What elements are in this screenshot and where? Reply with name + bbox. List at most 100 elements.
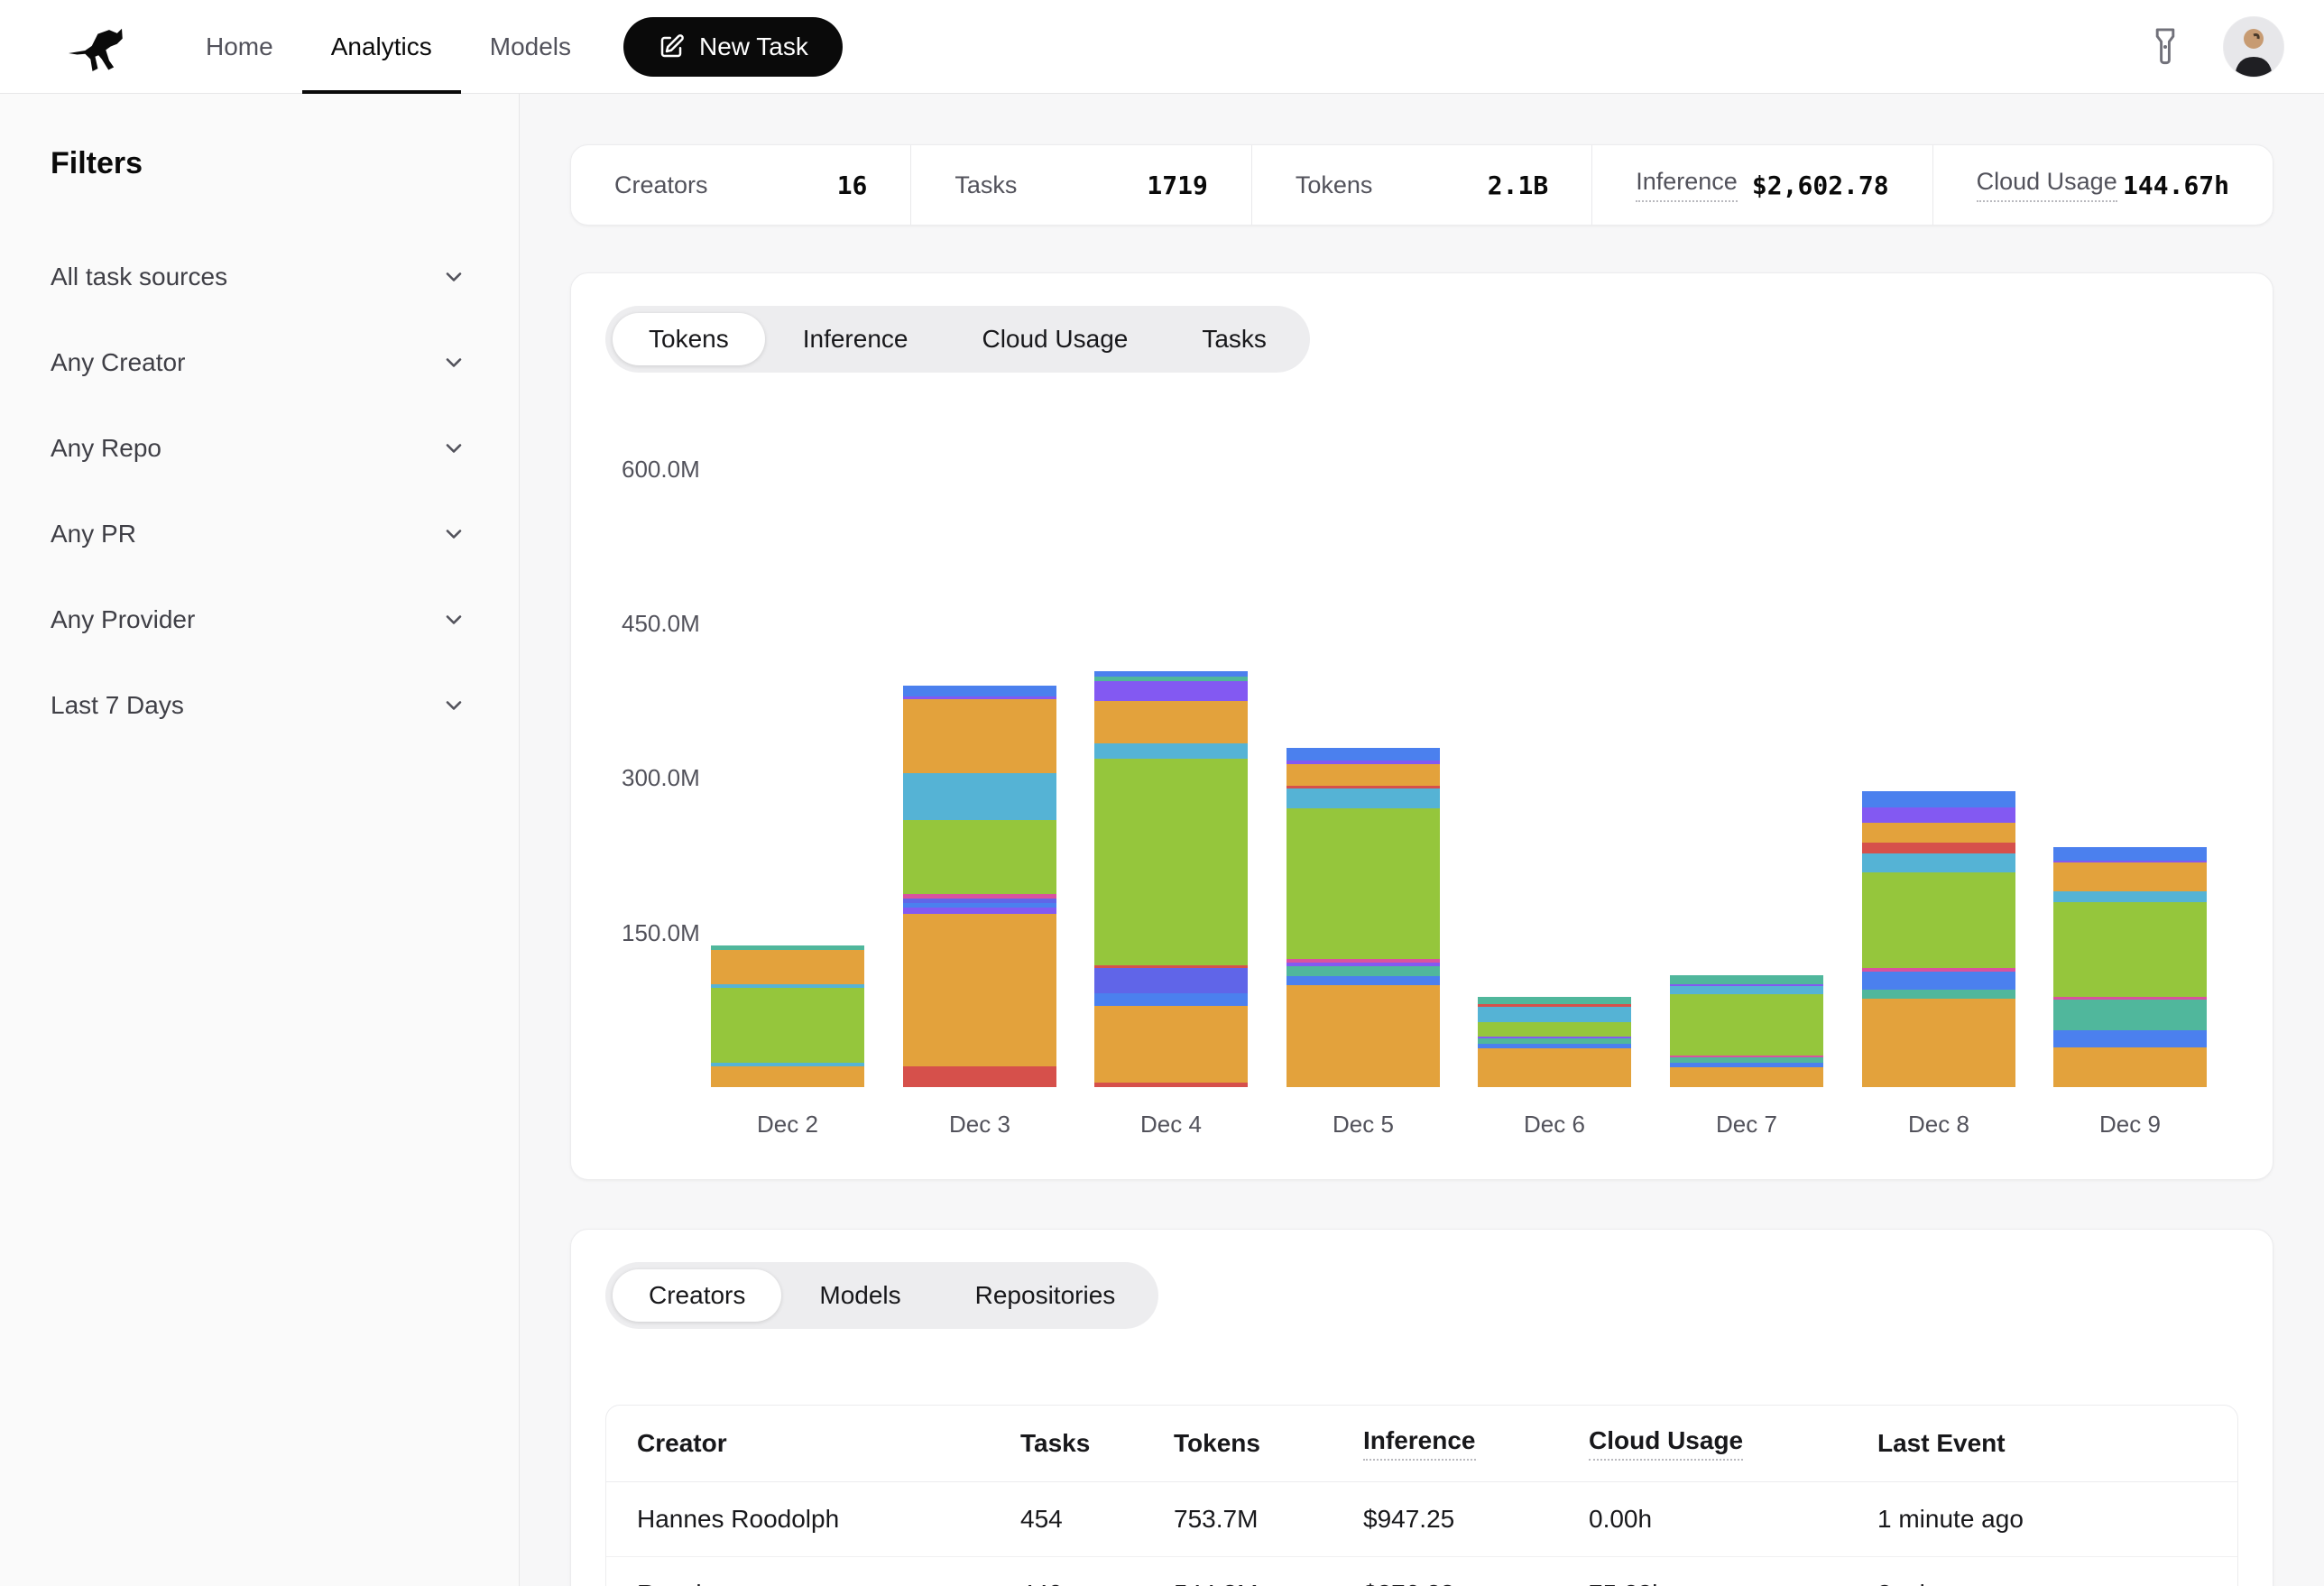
bar-segment-red xyxy=(903,1066,1056,1087)
nav-link-models[interactable]: Models xyxy=(461,0,600,94)
bar-segment-orange xyxy=(1862,823,2015,843)
y-axis-tick: 150.0M xyxy=(622,919,748,946)
table-cell: $947.25 xyxy=(1363,1505,1589,1534)
bar-segment-purple xyxy=(1094,681,1248,701)
tab-models[interactable]: Models xyxy=(783,1269,936,1322)
nav-link-analytics[interactable]: Analytics xyxy=(302,0,461,94)
column-header-tasks: Tasks xyxy=(1020,1429,1174,1458)
bar-segment-purple xyxy=(1862,807,2015,823)
bar-dec-3[interactable] xyxy=(903,686,1056,1087)
bar-segment-red xyxy=(1094,1083,1248,1087)
bar-segment-orange xyxy=(1286,985,1440,1087)
tab-tasks[interactable]: Tasks xyxy=(1166,313,1303,365)
column-header-label: Creator xyxy=(637,1429,727,1458)
filter-dropdown-all-task-sources[interactable]: All task sources xyxy=(51,234,466,319)
tab-tokens[interactable]: Tokens xyxy=(613,313,765,365)
tab-creators[interactable]: Creators xyxy=(613,1269,781,1322)
bar-segment-orange xyxy=(2053,862,2207,891)
bar-segment-indigo xyxy=(1094,968,1248,994)
stat-label[interactable]: Inference xyxy=(1636,168,1738,202)
bar-segment-orange xyxy=(903,699,1056,773)
filter-label: All task sources xyxy=(51,263,227,291)
bar-segment-green xyxy=(1670,994,1823,1055)
bar-segment-orange xyxy=(903,914,1056,1066)
bar-segment-green xyxy=(1862,872,2015,968)
chevron-down-icon xyxy=(441,521,466,547)
x-axis-label: Dec 8 xyxy=(1862,1109,2015,1139)
stat-inference: Inference $2,602.78 xyxy=(1592,145,1932,225)
new-task-label: New Task xyxy=(699,32,808,61)
chart-tabs: TokensInferenceCloud UsageTasks xyxy=(605,306,1310,373)
filter-label: Last 7 Days xyxy=(51,691,184,720)
filter-dropdown-any-repo[interactable]: Any Repo xyxy=(51,405,466,491)
main-content: Creators 16 Tasks 1719 Tokens 2.1B Inference $2… xyxy=(520,94,2324,1586)
bar-segment-orange xyxy=(2053,1047,2207,1088)
creators-table: CreatorTasksTokensInferenceCloud UsageLa… xyxy=(605,1405,2238,1586)
filter-dropdown-any-creator[interactable]: Any Creator xyxy=(51,319,466,405)
bar-dec-7[interactable] xyxy=(1670,975,1823,1087)
bar-dec-2[interactable] xyxy=(711,945,864,1087)
nav-link-home[interactable]: Home xyxy=(177,0,302,94)
flashlight-icon[interactable] xyxy=(2149,27,2181,67)
bar-segment-blue xyxy=(2053,1030,2207,1047)
stat-value: 2.1B xyxy=(1488,171,1548,200)
table-row-rooviewer[interactable]: Rooviewer440544.3M$376.2875.23h3 minutes… xyxy=(606,1557,2237,1586)
table-cell: 3 minutes ago xyxy=(1877,1580,2207,1586)
bar-segment-blue xyxy=(1094,993,1248,1006)
chevron-down-icon xyxy=(441,264,466,290)
bar-segment-cyan xyxy=(2053,891,2207,901)
column-header-label[interactable]: Inference xyxy=(1363,1426,1476,1461)
table-row-hannes-roodolph[interactable]: Hannes Roodolph454753.7M$947.250.00h1 mi… xyxy=(606,1482,2237,1557)
filter-dropdown-any-provider[interactable]: Any Provider xyxy=(51,576,466,662)
filter-dropdown-any-pr[interactable]: Any PR xyxy=(51,491,466,576)
filter-dropdown-last-7-days[interactable]: Last 7 Days xyxy=(51,662,466,748)
stat-value: 16 xyxy=(837,171,868,200)
y-axis-tick: 300.0M xyxy=(622,764,748,791)
x-axis-label: Dec 3 xyxy=(903,1109,1056,1139)
navbar-right xyxy=(2149,16,2284,78)
tab-repositories[interactable]: Repositories xyxy=(939,1269,1152,1322)
x-axis-label: Dec 2 xyxy=(711,1109,864,1139)
bar-segment-orange xyxy=(1094,701,1248,743)
filters-sidebar: Filters All task sourcesAny CreatorAny R… xyxy=(0,94,520,1586)
tab-cloud-usage[interactable]: Cloud Usage xyxy=(945,313,1164,365)
bar-segment-cyan xyxy=(1478,1007,1631,1022)
x-axis-label: Dec 4 xyxy=(1094,1109,1248,1139)
bar-segment-orange xyxy=(1670,1067,1823,1087)
table-cell: 0.00h xyxy=(1589,1505,1877,1534)
bar-dec-5[interactable] xyxy=(1286,748,1440,1087)
column-header-label: Tasks xyxy=(1020,1429,1090,1458)
bar-segment-orange xyxy=(1478,1048,1631,1087)
avatar[interactable] xyxy=(2223,16,2284,78)
stat-value: $2,602.78 xyxy=(1752,171,1889,200)
y-axis-tick: 450.0M xyxy=(622,610,748,637)
bar-dec-9[interactable] xyxy=(2053,847,2207,1087)
stat-value: 1719 xyxy=(1147,171,1207,200)
bar-dec-8[interactable] xyxy=(1862,791,2015,1087)
new-task-button[interactable]: New Task xyxy=(623,17,843,77)
tab-inference[interactable]: Inference xyxy=(767,313,945,365)
x-axis-label: Dec 6 xyxy=(1478,1109,1631,1139)
chevron-down-icon xyxy=(441,607,466,632)
x-axis-label: Dec 5 xyxy=(1286,1109,1440,1139)
column-header-creator: Creator xyxy=(637,1429,1020,1458)
bar-segment-green xyxy=(1286,808,1440,960)
bar-segment-teal xyxy=(1862,990,2015,999)
bar-dec-6[interactable] xyxy=(1478,997,1631,1087)
kangaroo-logo[interactable] xyxy=(51,14,137,79)
column-header-label: Tokens xyxy=(1174,1429,1260,1458)
stacked-bar-chart: 600.0M 450.0M 300.0M 150.0M Dec 2 Dec 3 Dec 4 D… xyxy=(605,409,2238,1139)
table-cell: 544.3M xyxy=(1174,1580,1363,1586)
column-header-tokens: Tokens xyxy=(1174,1429,1363,1458)
bar-dec-4[interactable] xyxy=(1094,671,1248,1087)
x-axis-label: Dec 7 xyxy=(1670,1109,1823,1139)
filter-label: Any PR xyxy=(51,520,136,549)
column-header-label[interactable]: Cloud Usage xyxy=(1589,1426,1743,1461)
bar-segment-teal xyxy=(1670,975,1823,984)
breakdown-tabs: CreatorsModelsRepositories xyxy=(605,1262,1158,1329)
stat-label[interactable]: Cloud Usage xyxy=(1977,168,2117,202)
stat-cloud-usage: Cloud Usage144.67h xyxy=(1933,145,2273,225)
bar-segment-teal xyxy=(1286,966,1440,975)
bar-segment-cyan xyxy=(1862,853,2015,872)
y-axis-tick: 600.0M xyxy=(622,456,748,483)
